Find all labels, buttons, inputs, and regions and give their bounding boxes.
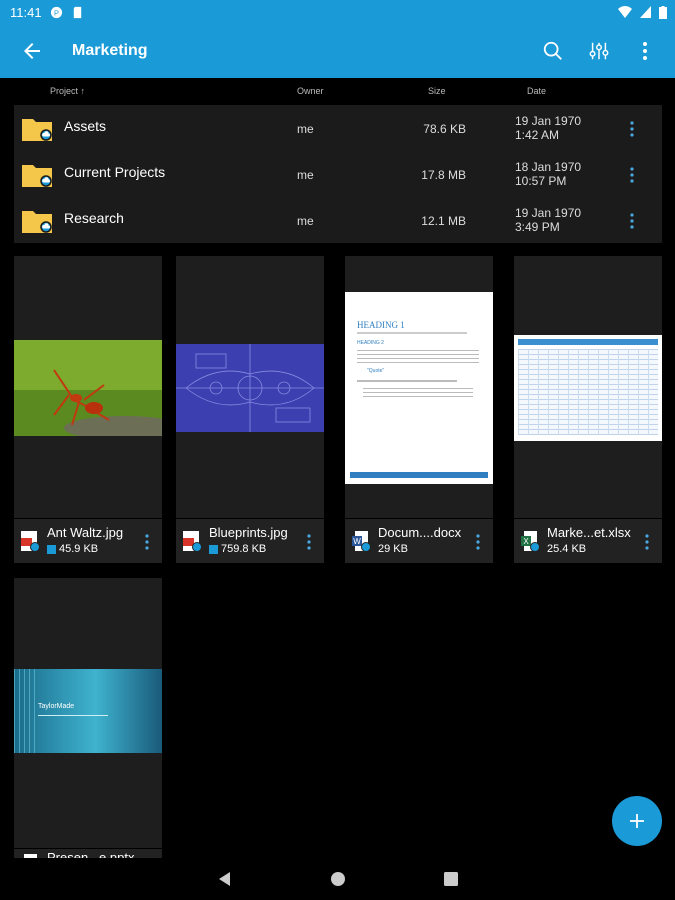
plus-icon [630, 814, 644, 828]
file-tile-ant-waltz[interactable]: Ant Waltz.jpg 45.9 KB [14, 256, 162, 563]
file-size: 45.9 KB [47, 543, 98, 555]
sliders-icon [589, 42, 609, 60]
more-vert-icon[interactable] [626, 120, 638, 138]
page-title: Marketing [72, 42, 148, 59]
folder-name: Research [64, 210, 124, 226]
file-footer: Presen...e.pptx [14, 848, 162, 858]
folder-owner: me [297, 122, 314, 136]
file-footer: W Docum....docx 29 KB [345, 518, 493, 563]
svg-text:X: X [523, 537, 529, 546]
word-file-icon: W [352, 531, 371, 552]
image-file-icon [21, 531, 40, 552]
nav-recents-icon[interactable] [442, 870, 460, 888]
more-vert-icon[interactable] [626, 212, 638, 230]
image-thumbnail [14, 340, 162, 436]
search-button[interactable] [541, 39, 565, 63]
date-header[interactable]: Date [527, 86, 546, 96]
sync-icon [47, 544, 56, 554]
file-footer: X Marke...et.xlsx 25.4 KB [514, 518, 662, 563]
folder-name: Current Projects [64, 164, 166, 180]
nav-back-icon[interactable] [216, 870, 234, 888]
more-vert-icon [643, 42, 647, 60]
folder-date: 19 Jan 1970 1:42 AM [515, 114, 582, 142]
more-vert-icon[interactable] [304, 533, 314, 551]
app-bar: Marketing [0, 24, 675, 78]
column-header: Project ↑ Owner Size Date [0, 86, 675, 100]
notification-icon: P [50, 6, 62, 18]
file-size: 25.4 KB [547, 543, 587, 555]
cloud-folder-icon [22, 211, 52, 233]
file-footer: Blueprints.jpg 759.8 KB [176, 518, 324, 563]
excel-file-icon: X [521, 531, 540, 552]
sync-icon [209, 544, 218, 554]
document-thumbnail: HEADING 1 HEADING 2 "Quote" [345, 292, 493, 484]
folder-row-assets[interactable]: Assets me 78.6 KB 19 Jan 1970 1:42 AM [14, 105, 662, 151]
folder-size: 17.8 MB [421, 168, 466, 182]
folder-size: 12.1 MB [421, 214, 466, 228]
spreadsheet-thumbnail [514, 335, 662, 441]
file-name: Presen...e.pptx [47, 850, 135, 858]
status-bar: 11:41 P [0, 0, 675, 24]
file-tile-marketing-sheet[interactable]: X Marke...et.xlsx 25.4 KB [514, 256, 662, 563]
file-footer: Ant Waltz.jpg 45.9 KB [14, 518, 162, 563]
owner-header[interactable]: Owner [297, 86, 324, 96]
overflow-menu-button[interactable] [633, 39, 657, 63]
folder-list: Assets me 78.6 KB 19 Jan 1970 1:42 AM Cur… [14, 105, 662, 243]
more-vert-icon[interactable] [473, 533, 483, 551]
svg-text:W: W [353, 537, 361, 546]
folder-date: 18 Jan 1970 10:57 PM [515, 160, 582, 188]
back-arrow-icon[interactable] [20, 39, 44, 63]
more-vert-icon[interactable] [626, 166, 638, 184]
cloud-folder-icon [22, 119, 52, 141]
file-tile-presentation[interactable]: TaylorMade Presen...e.pptx [14, 578, 162, 858]
presentation-thumbnail: TaylorMade [14, 669, 162, 753]
system-nav-bar [0, 858, 675, 900]
file-tile-document[interactable]: HEADING 1 HEADING 2 "Quote" W Docum....d… [345, 256, 493, 563]
folder-owner: me [297, 168, 314, 182]
nav-home-icon[interactable] [329, 870, 347, 888]
battery-icon [659, 5, 667, 19]
file-tile-blueprints[interactable]: Blueprints.jpg 759.8 KB [176, 256, 324, 563]
folder-date: 19 Jan 1970 3:49 PM [515, 206, 582, 234]
size-header[interactable]: Size [428, 86, 446, 96]
file-name: Ant Waltz.jpg [47, 525, 124, 540]
status-time: 11:41 [10, 4, 42, 20]
folder-row-current-projects[interactable]: Current Projects me 17.8 MB 18 Jan 1970 1… [14, 151, 662, 197]
svg-text:P: P [54, 8, 59, 17]
file-size: 759.8 KB [209, 543, 266, 555]
more-vert-icon[interactable] [642, 533, 652, 551]
file-name: Blueprints.jpg [209, 525, 288, 540]
file-size: 29 KB [378, 543, 408, 555]
file-name: Marke...et.xlsx [547, 525, 631, 540]
image-file-icon [183, 531, 202, 552]
sd-card-icon [73, 6, 81, 18]
folder-size: 78.6 KB [423, 122, 466, 136]
folder-row-research[interactable]: Research me 12.1 MB 19 Jan 1970 3:49 PM [14, 197, 662, 243]
search-icon [543, 41, 562, 60]
image-thumbnail [176, 344, 324, 432]
cloud-folder-icon [22, 165, 52, 187]
folder-name: Assets [64, 118, 107, 134]
folder-owner: me [297, 214, 314, 228]
signal-icon [640, 6, 651, 18]
sort-project-header[interactable]: Project ↑ [50, 86, 85, 96]
more-vert-icon[interactable] [142, 533, 152, 551]
filter-button[interactable] [587, 39, 611, 63]
wifi-icon [618, 6, 632, 18]
add-button[interactable] [612, 796, 662, 846]
file-name: Docum....docx [378, 525, 462, 540]
